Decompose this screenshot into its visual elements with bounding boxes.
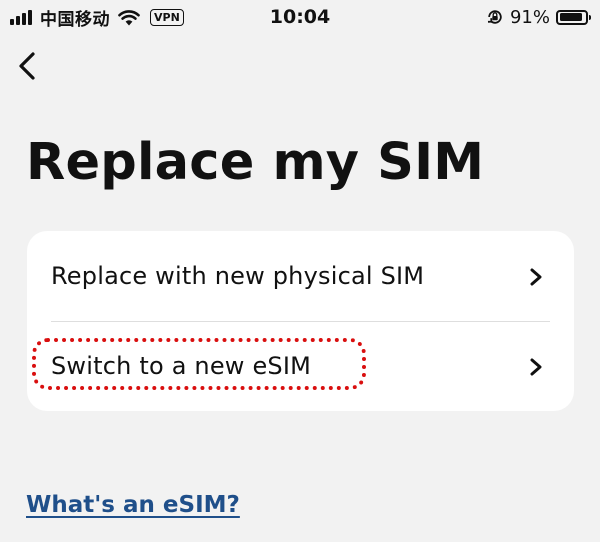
status-bar: 中国移动 VPN 10:04 91% bbox=[0, 0, 600, 34]
options-card: Replace with new physical SIM Switch to … bbox=[27, 231, 574, 411]
page-title: Replace my SIM bbox=[26, 133, 485, 192]
switch-to-esim-option[interactable]: Switch to a new eSIM bbox=[27, 321, 574, 411]
battery-fill bbox=[559, 13, 583, 21]
option-label: Replace with new physical SIM bbox=[51, 262, 425, 290]
chevron-left-icon bbox=[19, 52, 35, 80]
orientation-lock-icon bbox=[487, 10, 502, 24]
back-button[interactable] bbox=[10, 46, 44, 86]
whats-an-esim-link[interactable]: What's an eSIM? bbox=[26, 492, 240, 518]
battery-icon bbox=[556, 9, 591, 25]
option-label: Switch to a new eSIM bbox=[51, 352, 312, 380]
chevron-right-icon bbox=[530, 358, 542, 376]
status-right: 91% bbox=[486, 6, 591, 28]
battery-percent: 91% bbox=[509, 6, 550, 28]
chevron-right-icon bbox=[530, 268, 542, 286]
replace-physical-sim-option[interactable]: Replace with new physical SIM bbox=[27, 231, 574, 321]
